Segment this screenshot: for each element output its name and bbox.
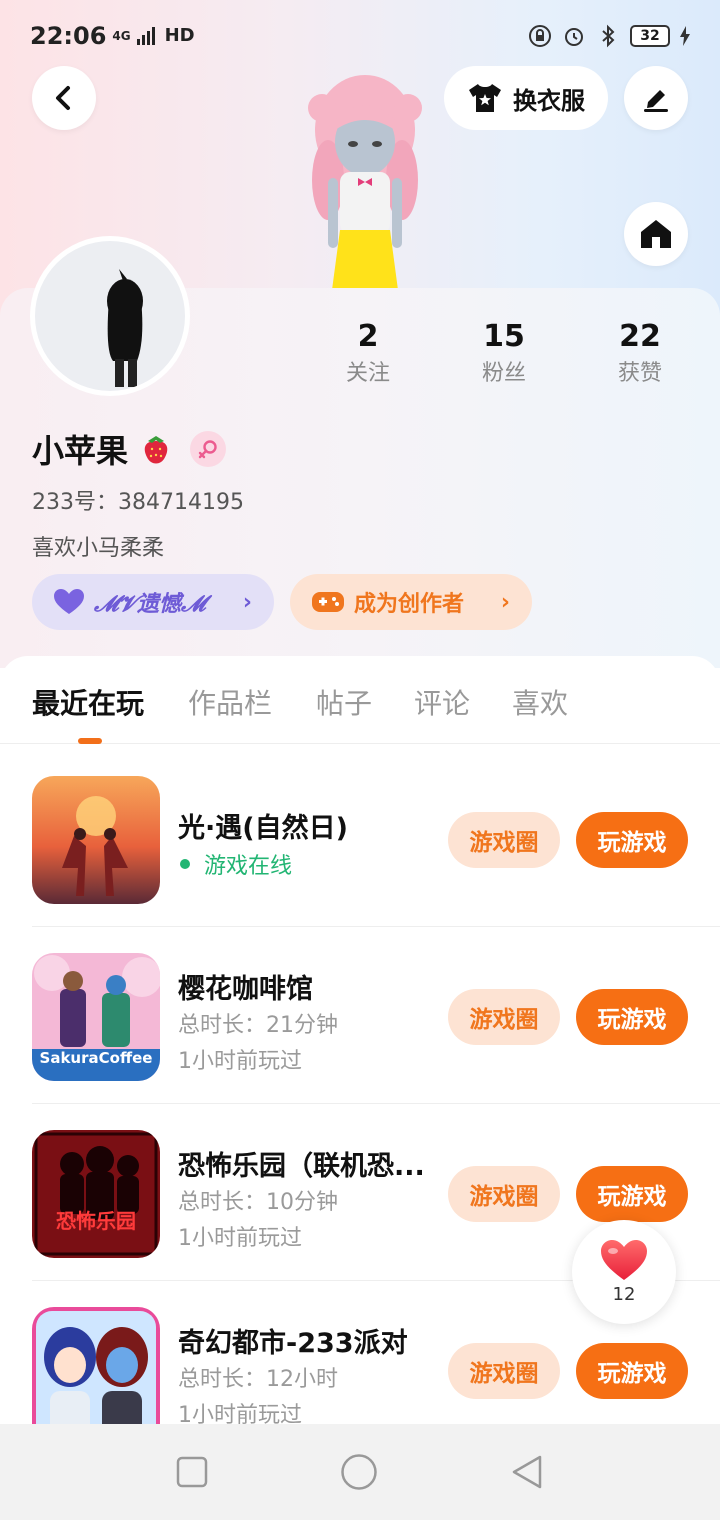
avatar-character-image[interactable] xyxy=(290,70,440,290)
signal-icon xyxy=(136,27,155,45)
like-count: 12 xyxy=(612,1283,636,1305)
game-name: 奇幻都市-233派对 xyxy=(178,1328,408,1359)
stat-following[interactable]: 2 关注 xyxy=(300,318,436,390)
game-duration: 总时长：12小时 xyxy=(178,1367,338,1392)
change-outfit-button[interactable]: 换衣服 xyxy=(444,66,608,130)
tab-posts[interactable]: 帖子 xyxy=(316,682,372,722)
strawberry-icon xyxy=(144,436,168,464)
like-profile-button[interactable]: 12 xyxy=(572,1220,676,1324)
play-game-button[interactable]: 玩游戏 xyxy=(576,1166,688,1222)
play-game-button[interactable]: 玩游戏 xyxy=(576,812,688,868)
game-circle-button[interactable]: 游戏圈 xyxy=(448,989,560,1045)
play-game-button[interactable]: 玩游戏 xyxy=(576,1343,688,1399)
game-circle-button[interactable]: 游戏圈 xyxy=(448,812,560,868)
user-title-badge[interactable]: 𝓜𝓥遗憾𝓜 › xyxy=(32,574,274,630)
profile-avatar[interactable] xyxy=(30,236,190,396)
status-bar: 22:06 4G HD 32 xyxy=(0,0,720,72)
avatar-image xyxy=(35,241,185,391)
back-button[interactable] xyxy=(32,66,96,130)
user-title-text: 𝓜𝓥遗憾𝓜 xyxy=(94,592,206,617)
game-online-status: 游戏在线 xyxy=(178,848,292,880)
game-last-played: 1小时前玩过 xyxy=(178,1226,302,1251)
game-name: 樱花咖啡馆 xyxy=(178,974,313,1005)
game-row[interactable]: SakuraCoffee 樱花咖啡馆 总时长：21分钟 1小时前玩过 游戏圈 玩… xyxy=(0,927,720,1104)
clock-text: 22:06 xyxy=(30,22,107,50)
gamepad-icon xyxy=(312,592,344,612)
become-creator-label: 成为创作者 xyxy=(354,592,465,617)
charging-icon xyxy=(680,26,690,46)
become-creator-button[interactable]: 成为创作者 › xyxy=(290,574,532,630)
tab-likes[interactable]: 喜欢 xyxy=(512,682,568,722)
game-icon-sakura-coffee[interactable]: SakuraCoffee xyxy=(32,953,160,1081)
status-time-group: 22:06 4G HD xyxy=(30,22,195,50)
game-name: 光·遇(自然日) xyxy=(178,813,348,844)
tshirt-icon xyxy=(469,84,501,112)
profile-tabs: 最近在玩 作品栏 帖子 评论 喜欢 xyxy=(0,656,720,744)
tab-recently-played[interactable]: 最近在玩 xyxy=(32,682,144,722)
gender-female-icon xyxy=(190,431,227,467)
stat-label: 粉丝 xyxy=(481,361,526,386)
profile-stats: 2 关注 15 粉丝 22 获赞 xyxy=(300,318,720,390)
stat-label: 获赞 xyxy=(617,361,662,386)
lock-rotation-icon xyxy=(529,25,551,47)
tab-works[interactable]: 作品栏 xyxy=(188,682,272,722)
recent-apps-button[interactable] xyxy=(176,1456,208,1488)
game-icon-sky[interactable] xyxy=(32,776,160,904)
home-nav-button[interactable] xyxy=(340,1453,378,1491)
back-nav-button[interactable] xyxy=(510,1454,544,1490)
user-id: 233号：384714195 xyxy=(32,490,244,515)
username-row: 小苹果 xyxy=(32,426,227,472)
home-icon xyxy=(641,220,671,248)
game-icon-horror-park[interactable]: 恐怖乐园 xyxy=(32,1130,160,1258)
online-status-text: 游戏在线 xyxy=(204,854,293,879)
game-icon-logo-text: 恐怖乐园 xyxy=(56,1209,136,1233)
game-duration: 总时长：21分钟 xyxy=(178,1013,338,1038)
stat-label: 关注 xyxy=(345,361,390,386)
home-button[interactable] xyxy=(624,202,688,266)
alarm-icon xyxy=(565,28,583,46)
active-tab-indicator xyxy=(78,738,102,744)
stat-value: 22 xyxy=(619,319,661,354)
network-type-text: 4G xyxy=(112,29,131,43)
stat-value: 2 xyxy=(357,319,379,354)
edit-profile-button[interactable] xyxy=(624,66,688,130)
hd-text: HD xyxy=(164,25,195,46)
heart-icon xyxy=(54,589,84,614)
heart-icon xyxy=(601,1239,647,1280)
game-row[interactable]: 光·遇(自然日) 游戏在线 游戏圈 玩游戏 xyxy=(0,750,720,927)
user-bio: 喜欢小马柔柔 xyxy=(32,536,165,561)
stat-likes[interactable]: 22 获赞 xyxy=(572,318,708,390)
game-circle-button[interactable]: 游戏圈 xyxy=(448,1343,560,1399)
bluetooth-icon xyxy=(602,24,615,48)
online-dot-icon xyxy=(180,859,190,869)
chevron-right-icon: › xyxy=(500,589,510,615)
status-icons: 32 xyxy=(528,24,690,48)
battery-level: 32 xyxy=(630,25,670,47)
game-last-played: 1小时前玩过 xyxy=(178,1049,302,1074)
username: 小苹果 xyxy=(32,432,129,470)
system-nav-bar xyxy=(0,1424,720,1520)
stat-value: 15 xyxy=(483,319,525,354)
stat-followers[interactable]: 15 粉丝 xyxy=(436,318,572,390)
tab-comments[interactable]: 评论 xyxy=(414,682,470,722)
game-icon-logo-text: SakuraCoffee xyxy=(40,1049,153,1067)
change-outfit-label: 换衣服 xyxy=(513,86,585,115)
pen-icon xyxy=(644,90,668,112)
chevron-right-icon: › xyxy=(242,589,252,615)
game-duration: 总时长：10分钟 xyxy=(178,1190,338,1215)
game-circle-button[interactable]: 游戏圈 xyxy=(448,1166,560,1222)
game-name: 恐怖乐园（联机恐... xyxy=(178,1151,425,1182)
chevron-left-icon xyxy=(56,86,70,110)
play-game-button[interactable]: 玩游戏 xyxy=(576,989,688,1045)
